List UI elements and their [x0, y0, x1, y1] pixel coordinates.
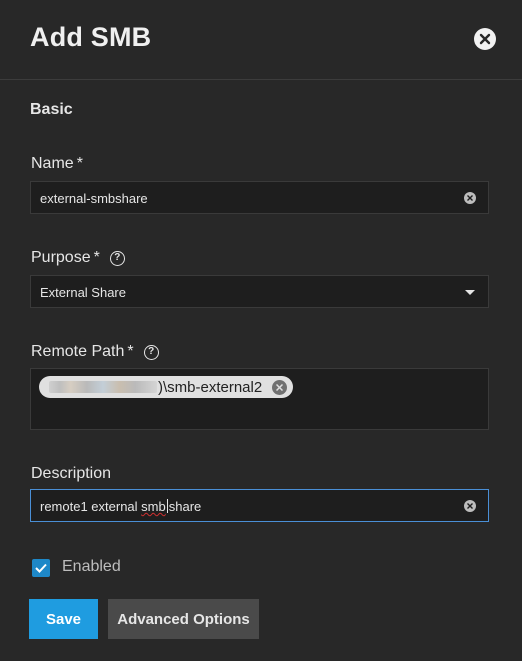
description-text-end: share: [168, 499, 202, 514]
dialog-header: Add SMB: [0, 0, 522, 80]
remote-path-input[interactable]: )\smb-external2: [30, 368, 489, 430]
name-label: Name *: [31, 155, 83, 173]
dialog-title: Add SMB: [30, 22, 152, 52]
purpose-select[interactable]: External Share: [30, 275, 489, 308]
remove-chip-icon[interactable]: [272, 379, 288, 395]
chevron-down-icon[interactable]: [465, 290, 475, 295]
clear-icon[interactable]: [464, 500, 476, 512]
remote-path-chip[interactable]: )\smb-external2: [39, 376, 294, 398]
description-value: remote1 external smb share: [40, 499, 201, 514]
name-value: external-smbshare: [40, 191, 148, 206]
description-label: Description: [31, 465, 111, 483]
section-title-basic: Basic: [30, 101, 73, 118]
enabled-checkbox[interactable]: [32, 559, 50, 577]
clear-icon[interactable]: [464, 192, 476, 204]
required-marker: *: [127, 343, 134, 360]
redacted-ip: [49, 381, 157, 393]
required-marker: *: [76, 155, 83, 172]
required-marker: *: [93, 249, 100, 266]
description-text-start: remote1 external: [40, 499, 142, 514]
name-label-text: Name: [31, 155, 74, 172]
description-input[interactable]: remote1 external smb share: [30, 489, 489, 522]
save-button[interactable]: Save: [29, 599, 98, 639]
close-icon[interactable]: [474, 28, 496, 50]
misspelled-word: smb: [141, 499, 166, 514]
advanced-options-button[interactable]: Advanced Options: [108, 599, 259, 639]
name-input[interactable]: external-smbshare: [30, 181, 489, 214]
remote-path-label: Remote Path * ?: [31, 343, 159, 361]
purpose-value: External Share: [40, 285, 126, 300]
remote-path-label-text: Remote Path: [31, 343, 125, 360]
help-icon[interactable]: ?: [143, 344, 159, 360]
help-icon[interactable]: ?: [109, 250, 125, 266]
text-cursor: [166, 499, 168, 513]
purpose-label: Purpose * ?: [31, 249, 125, 267]
purpose-label-text: Purpose: [31, 249, 91, 266]
description-label-text: Description: [31, 465, 112, 482]
enabled-label[interactable]: Enabled: [62, 558, 121, 576]
chip-label: )\smb-external2: [158, 378, 263, 396]
